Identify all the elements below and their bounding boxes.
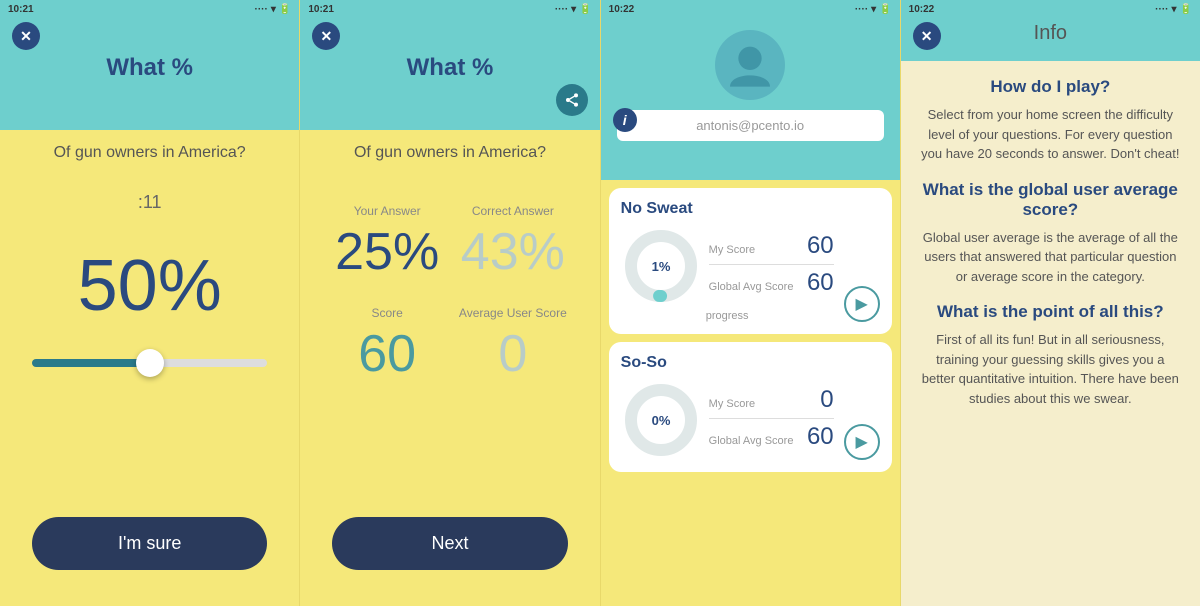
status-bar-2: 10:21 ···· ▾ 🔋 <box>300 4 599 15</box>
status-bar-3: 10:22 ···· ▾ 🔋 <box>601 4 900 15</box>
panel-2-title: What % <box>407 54 494 82</box>
panel-2-subtitle: Of gun owners in America? <box>300 130 599 176</box>
battery-icon-2: 🔋 <box>579 4 591 15</box>
slider-track[interactable] <box>32 359 267 367</box>
no-sweat-avg-label: Global Avg Score <box>709 281 794 293</box>
panel-1: 10:21 ···· ▾ 🔋 ✕ What % Of gun owners in… <box>0 0 299 606</box>
info-page-title: Info <box>1034 22 1067 45</box>
answer-section: Your Answer 25% Correct Answer 43% <box>316 192 583 290</box>
score-section: Score 60 Average User Score 0 <box>316 298 583 392</box>
panel-2-header: 10:21 ···· ▾ 🔋 ✕ What % <box>300 0 599 130</box>
no-sweat-score-row: My Score 60 <box>709 232 834 260</box>
wifi-icon-1: ▾ <box>271 4 276 15</box>
status-icons-4: ···· ▾ 🔋 <box>1155 4 1192 15</box>
info-section-text-1: Select from your home screen the difficu… <box>921 105 1180 164</box>
avatar <box>715 30 785 100</box>
panel-3: 10:22 ···· ▾ 🔋 i antonis@pcento.io No Sw… <box>600 0 900 606</box>
correct-answer-col: Correct Answer 43% <box>450 204 576 282</box>
so-so-avg-row: Global Avg Score 60 <box>709 423 834 451</box>
score-cards: No Sweat 1% My Score 60 <box>601 180 900 606</box>
no-sweat-title: No Sweat <box>621 200 834 218</box>
info-section-title-3: What is the point of all this? <box>921 302 1180 322</box>
avg-score-value: 0 <box>450 324 576 384</box>
time-2: 10:21 <box>308 4 334 15</box>
so-so-score-row: My Score 0 <box>709 386 834 414</box>
panel-2: 10:21 ···· ▾ 🔋 ✕ What % Of gun owners in… <box>299 0 599 606</box>
time-3: 10:22 <box>609 4 635 15</box>
so-so-my-score-label: My Score <box>709 398 755 410</box>
correct-answer-label: Correct Answer <box>450 204 576 218</box>
panel-1-body: :11 50% I'm sure <box>0 176 299 606</box>
score-col: Score 60 <box>324 306 450 384</box>
no-sweat-play-button[interactable]: ▶ <box>844 286 880 322</box>
no-sweat-progress-label: progress <box>621 310 834 322</box>
profile-header: 10:22 ···· ▾ 🔋 i antonis@pcento.io <box>601 0 900 180</box>
your-answer-label: Your Answer <box>324 204 450 218</box>
no-sweat-avg: 60 <box>807 269 834 297</box>
share-button[interactable] <box>556 84 588 116</box>
slider-thumb[interactable] <box>136 349 164 377</box>
svg-text:1%: 1% <box>651 259 670 274</box>
battery-icon-3: 🔋 <box>879 4 891 15</box>
percentage-display: 50% <box>16 245 283 327</box>
battery-icon-4: 🔋 <box>1180 4 1192 15</box>
so-so-avg-label: Global Avg Score <box>709 435 794 447</box>
wifi-icon-4: ▾ <box>1172 4 1177 15</box>
timer: :11 <box>16 192 283 213</box>
status-icons-3: ···· ▾ 🔋 <box>855 4 892 15</box>
so-so-card: So-So 0% My Score 0 <box>609 342 892 472</box>
panel-2-body: Your Answer 25% Correct Answer 43% Score… <box>300 176 599 606</box>
panel-4: 10:22 ···· ▾ 🔋 ✕ Info How do I play? Sel… <box>900 0 1200 606</box>
status-icons-1: ···· ▾ 🔋 <box>255 4 292 15</box>
so-so-donut: 0% <box>621 380 701 460</box>
svg-text:0%: 0% <box>651 413 670 428</box>
your-answer-value: 25% <box>324 222 450 282</box>
so-so-title: So-So <box>621 354 834 372</box>
no-sweat-card: No Sweat 1% My Score 60 <box>609 188 892 334</box>
info-button[interactable]: i <box>613 108 637 132</box>
close-button-2[interactable]: ✕ <box>312 22 340 50</box>
slider-container[interactable] <box>16 351 283 375</box>
info-section-title-1: How do I play? <box>921 77 1180 97</box>
status-icons-2: ···· ▾ 🔋 <box>555 4 592 15</box>
so-so-my-score: 0 <box>820 386 833 414</box>
info-header: 10:22 ···· ▾ 🔋 ✕ Info <box>901 0 1200 61</box>
info-section-text-3: First of all its fun! But in all serious… <box>921 330 1180 408</box>
no-sweat-donut: 1% <box>621 226 701 306</box>
no-sweat-avg-row: Global Avg Score 60 <box>709 269 834 297</box>
battery-icon-1: 🔋 <box>279 4 291 15</box>
avg-score-col: Average User Score 0 <box>450 306 576 384</box>
so-so-avg: 60 <box>807 423 834 451</box>
no-sweat-my-score: 60 <box>807 232 834 260</box>
correct-answer-value: 43% <box>450 222 576 282</box>
info-section-title-2: What is the global user average score? <box>921 180 1180 220</box>
score-value: 60 <box>324 324 450 384</box>
panel-1-title: What % <box>106 54 193 82</box>
avg-score-label: Average User Score <box>450 306 576 320</box>
time-1: 10:21 <box>8 4 34 15</box>
im-sure-button[interactable]: I'm sure <box>32 517 267 570</box>
email-display: antonis@pcento.io <box>617 110 884 141</box>
panel-1-subtitle: Of gun owners in America? <box>0 130 299 176</box>
close-button-1[interactable]: ✕ <box>12 22 40 50</box>
score-label: Score <box>324 306 450 320</box>
panel-1-header: 10:21 ···· ▾ 🔋 ✕ What % <box>0 0 299 130</box>
so-so-play-button[interactable]: ▶ <box>844 424 880 460</box>
status-bar-4: 10:22 ···· ▾ 🔋 <box>901 4 1200 15</box>
your-answer-col: Your Answer 25% <box>324 204 450 282</box>
status-bar-1: 10:21 ···· ▾ 🔋 <box>0 4 299 15</box>
info-section-text-2: Global user average is the average of al… <box>921 228 1180 287</box>
info-body: How do I play? Select from your home scr… <box>901 61 1200 606</box>
no-sweat-my-score-label: My Score <box>709 244 755 256</box>
next-button[interactable]: Next <box>332 517 567 570</box>
time-4: 10:22 <box>909 4 935 15</box>
wifi-icon-2: ▾ <box>571 4 576 15</box>
wifi-icon-3: ▾ <box>871 4 876 15</box>
close-button-4[interactable]: ✕ <box>913 22 941 50</box>
